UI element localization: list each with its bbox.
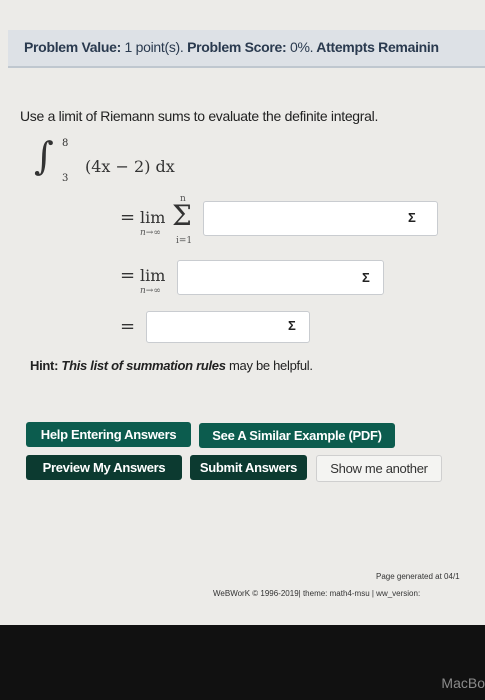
webwork-credits: WeBWorK © 1996-2019| theme: math4-msu | …: [213, 589, 421, 598]
integral-upper-limit: 8: [62, 138, 69, 149]
problem-score-label: Problem Score:: [187, 39, 287, 55]
limit-label-2: lim: [140, 266, 166, 285]
equation-editor-button-1[interactable]: Σ: [408, 210, 416, 225]
equals-sign-1: =: [120, 207, 136, 228]
problem-value-label: Problem Value:: [24, 39, 121, 55]
problem-value: 1 point(s).: [124, 39, 184, 55]
answer-input-1[interactable]: [203, 201, 438, 236]
preview-answers-button[interactable]: Preview My Answers: [26, 455, 182, 480]
equals-sign-2: =: [120, 265, 136, 286]
problem-prompt: Use a limit of Riemann sums to evaluate …: [20, 108, 379, 124]
problem-score: 0%.: [289, 39, 314, 55]
equation-editor-button-2[interactable]: Σ: [362, 270, 370, 285]
answer-input-3[interactable]: [146, 311, 310, 343]
limit-subscript-2: n→∞: [140, 286, 161, 296]
attempts-remaining-label: Attempts Remainin: [316, 39, 439, 55]
integral-lower-limit: 3: [62, 173, 69, 184]
device-label: MacBo: [441, 675, 485, 691]
answer-input-2[interactable]: [177, 260, 384, 295]
laptop-bezel: [0, 625, 485, 700]
status-text: Problem Value: 1 point(s). Problem Score…: [24, 39, 439, 55]
show-another-button[interactable]: Show me another: [316, 455, 442, 482]
hint-text: Hint: This list of summation rules may b…: [30, 358, 313, 373]
submit-answers-button[interactable]: Submit Answers: [190, 455, 307, 480]
summation-rules-link[interactable]: This list of summation rules: [61, 358, 226, 373]
equation-editor-button-3[interactable]: Σ: [288, 318, 296, 333]
equals-sign-3: =: [120, 316, 136, 337]
integrand: (4x − 2) dx: [85, 157, 175, 176]
integral-sign-icon: ∫: [34, 134, 54, 178]
hint-suffix: may be helpful.: [228, 358, 313, 373]
limit-subscript-1: n→∞: [140, 228, 161, 238]
hint-label: Hint:: [30, 358, 59, 373]
page-generated-text: Page generated at 04/1: [376, 572, 460, 581]
problem-status-bar: Problem Value: 1 point(s). Problem Score…: [8, 30, 485, 68]
see-similar-example-button[interactable]: See A Similar Example (PDF): [199, 423, 395, 448]
limit-label-1: lim: [140, 208, 166, 227]
webwork-page: Problem Value: 1 point(s). Problem Score…: [0, 0, 485, 625]
help-entering-answers-button[interactable]: Help Entering Answers: [26, 422, 191, 447]
summation-icon: Σ: [172, 199, 192, 232]
sigma-lower-1: i=1: [176, 236, 193, 246]
